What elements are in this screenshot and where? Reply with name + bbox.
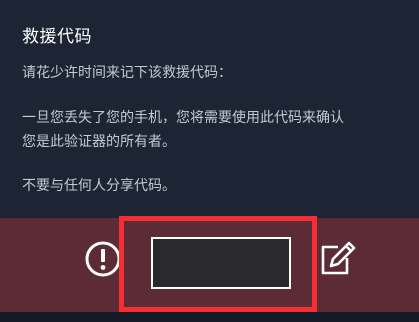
instruction-text: 请花少许时间来记下该救援代码： [22, 65, 232, 81]
lost-phone-text-line2: 您是此验证器的所有者。 [22, 134, 176, 150]
bottom-edge [0, 312, 419, 322]
edit-pencil-icon[interactable] [316, 238, 358, 280]
do-not-share-text: 不要与任何人分享代码。 [22, 178, 176, 194]
alert-circle-icon[interactable] [84, 240, 122, 278]
dialog-title: 救援代码 [22, 27, 92, 47]
lost-phone-text: 一旦您丢失了您的手机，您将需要使用此代码来确认 您是此验证器的所有者。 [22, 106, 344, 154]
lost-phone-text-line1: 一旦您丢失了您的手机，您将需要使用此代码来确认 [22, 110, 344, 126]
rescue-code-dialog: 救援代码 请花少许时间来记下该救援代码： 一旦您丢失了您的手机，您将需要使用此代… [0, 0, 419, 218]
highlight-box [119, 216, 317, 312]
